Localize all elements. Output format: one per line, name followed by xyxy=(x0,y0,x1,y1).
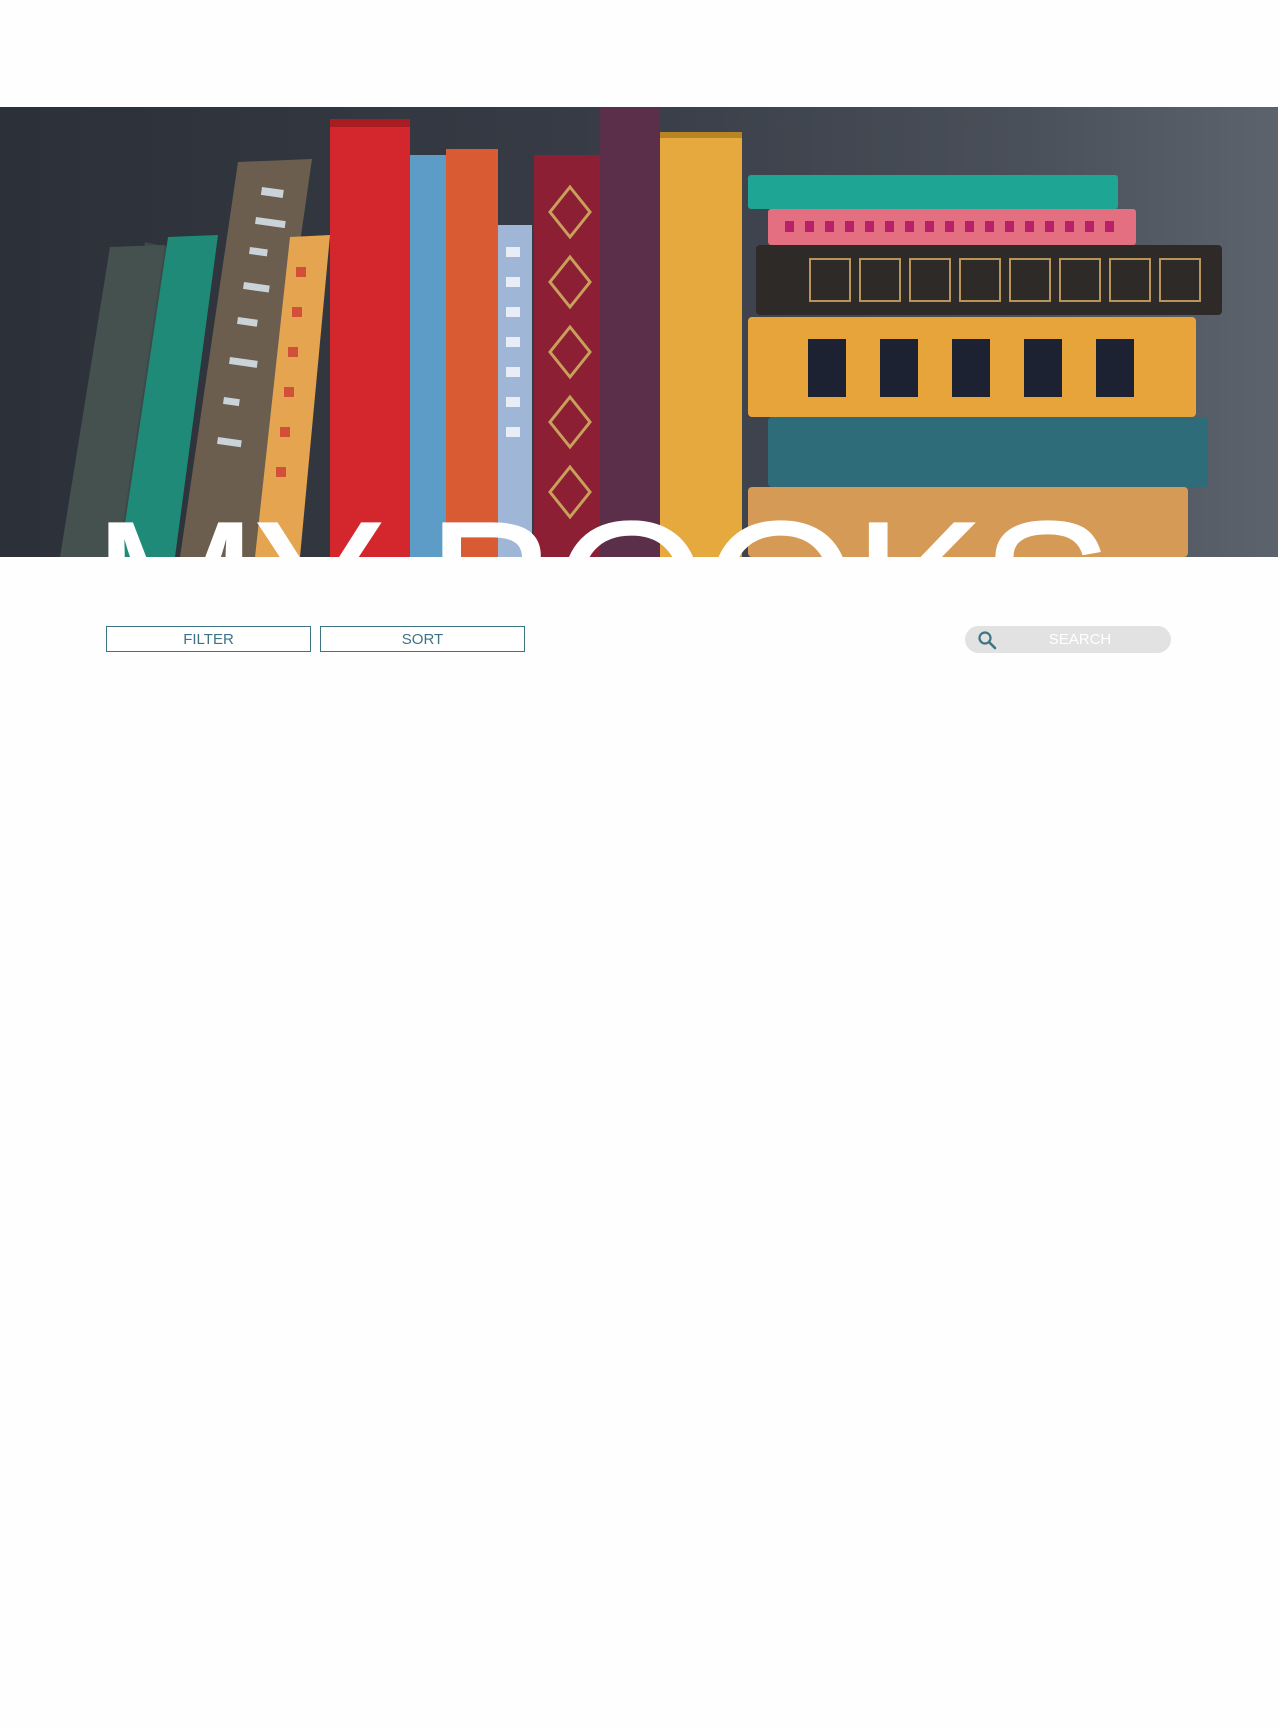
page: MY BOOKS FILTER SORT xyxy=(0,0,1280,1728)
search-input[interactable] xyxy=(1005,626,1155,653)
hero-banner: MY BOOKS xyxy=(0,107,1278,557)
filter-button[interactable]: FILTER xyxy=(106,626,311,652)
sort-button[interactable]: SORT xyxy=(320,626,525,652)
search-icon[interactable] xyxy=(977,630,997,650)
search-bar[interactable] xyxy=(965,626,1171,653)
page-title: MY BOOKS xyxy=(92,492,1113,558)
